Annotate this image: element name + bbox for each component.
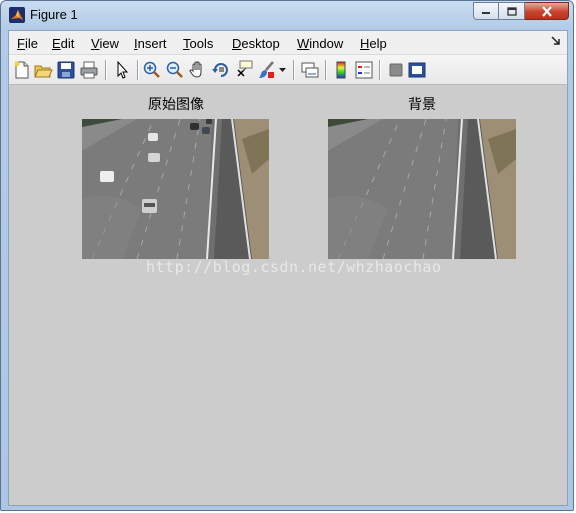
pan-hand-icon[interactable] [188,60,208,80]
zoom-in-icon[interactable] [142,60,162,80]
original-image[interactable] [82,119,269,259]
menu-insert[interactable]: Insert [134,36,167,51]
brush-icon[interactable] [257,60,277,80]
menu-edit[interactable]: Edit [52,36,74,51]
close-icon [541,5,552,17]
open-file-icon[interactable] [33,60,53,80]
maximize-icon [506,6,517,16]
new-figure-icon[interactable] [12,60,32,80]
menu-help[interactable]: Help [360,36,387,51]
figure-canvas[interactable]: 原始图像 背景 http://blog.csdn.net/whzhaochao [9,85,567,505]
window-controls [473,2,569,20]
link-plot-icon[interactable] [300,60,320,80]
menu-desktop[interactable]: Desktop [232,36,280,51]
background-image[interactable] [328,119,516,259]
highway-background-image [328,119,516,259]
figure-client: File Edit View Insert Tools Desktop Wind… [8,30,568,506]
window-title: Figure 1 [30,7,78,22]
menu-tools[interactable]: Tools [183,36,213,51]
figure-toolbar [9,55,567,85]
minimize-button[interactable] [473,2,499,20]
axes-title-background: 背景 [408,97,436,113]
close-button[interactable] [525,2,569,20]
maximize-button[interactable] [499,2,525,20]
menu-bar: File Edit View Insert Tools Desktop Wind… [9,31,567,55]
data-cursor-icon[interactable] [234,60,254,80]
save-icon[interactable] [56,60,76,80]
hide-plot-tools-icon[interactable] [386,60,406,80]
menu-view[interactable]: View [91,36,119,51]
menu-window[interactable]: Window [297,36,343,51]
colorbar-icon[interactable] [331,60,351,80]
toolbar-separator [293,60,294,80]
matlab-logo-icon [9,7,25,23]
dock-arrow-icon[interactable] [551,36,561,46]
toolbar-separator [379,60,380,80]
brush-dropdown-icon[interactable] [279,68,286,73]
print-icon[interactable] [79,60,99,80]
minimize-icon [482,12,490,14]
title-bar[interactable]: Figure 1 [1,1,575,29]
pointer-icon[interactable] [112,60,132,80]
toolbar-separator [105,60,106,80]
toolbar-separator [137,60,138,80]
figure-window: Figure 1 File Edit View Insert Tools Des… [0,0,574,511]
watermark-text: http://blog.csdn.net/whzhaochao [146,258,442,276]
highway-with-cars-image [82,119,269,259]
show-plot-tools-icon[interactable] [407,60,427,80]
legend-icon[interactable] [354,60,374,80]
zoom-out-icon[interactable] [165,60,185,80]
rotate-3d-icon[interactable] [211,60,231,80]
toolbar-separator [325,60,326,80]
menu-file[interactable]: File [17,36,38,51]
axes-title-original: 原始图像 [148,97,204,113]
